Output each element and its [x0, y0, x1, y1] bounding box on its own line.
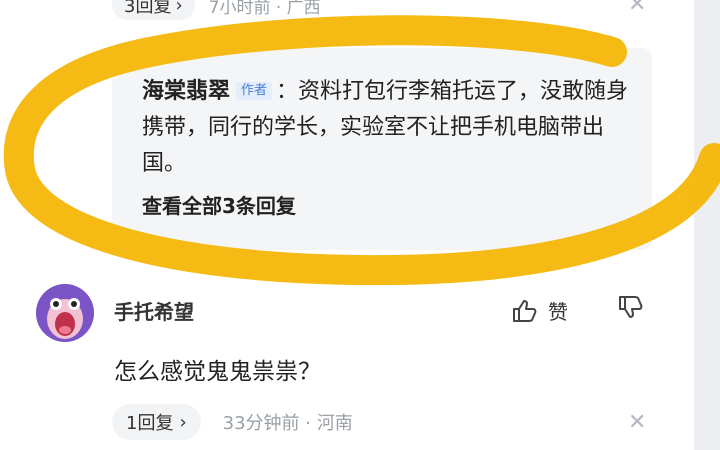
- thumbs-down-icon: [619, 296, 643, 318]
- close-icon[interactable]: ✕: [628, 412, 646, 434]
- like-button[interactable]: 赞: [512, 296, 568, 325]
- comment-footer: 1回复 › 33分钟前 · 河南: [112, 404, 353, 440]
- comment-meta: 33分钟前 · 河南: [222, 413, 353, 434]
- avatar-image: [36, 284, 94, 342]
- avatar[interactable]: [36, 284, 94, 342]
- author-badge: 作者: [236, 82, 273, 100]
- reply-card[interactable]: 海棠翡翠 作者 ：资料打包行李箱托运了，没敢随身携带，同行的学长，实验室不让把手机电…: [112, 48, 652, 250]
- dislike-button[interactable]: [618, 294, 644, 324]
- close-icon[interactable]: ✕: [628, 0, 646, 16]
- reply-count-label: 1回复: [126, 413, 174, 434]
- comment-username[interactable]: 手托希望: [114, 296, 194, 325]
- like-label: 赞: [548, 300, 568, 324]
- scrollbar-track: [694, 0, 720, 450]
- chevron-right-icon: ›: [179, 411, 187, 433]
- reply-count-button[interactable]: 3回复 ›: [112, 0, 195, 20]
- chevron-right-icon: ›: [175, 0, 183, 16]
- reply-author[interactable]: 海棠翡翠: [142, 79, 230, 104]
- reply-count-button[interactable]: 1回复 ›: [112, 404, 201, 440]
- thumbs-up-icon: [513, 299, 537, 322]
- view-all-replies-link[interactable]: 查看全部3条回复: [142, 190, 296, 219]
- comment-text: 怎么感觉鬼鬼祟祟？: [114, 359, 321, 385]
- previous-comment-footer: 3回复 › 7小时前 · 广西: [112, 0, 321, 20]
- comment-meta: 7小时前 · 广西: [208, 0, 321, 18]
- reply-count-label: 3回复: [124, 0, 172, 17]
- reply-text-block: 海棠翡翠 作者 ：资料打包行李箱托运了，没敢随身携带，同行的学长，实验室不让把手机电…: [142, 74, 632, 182]
